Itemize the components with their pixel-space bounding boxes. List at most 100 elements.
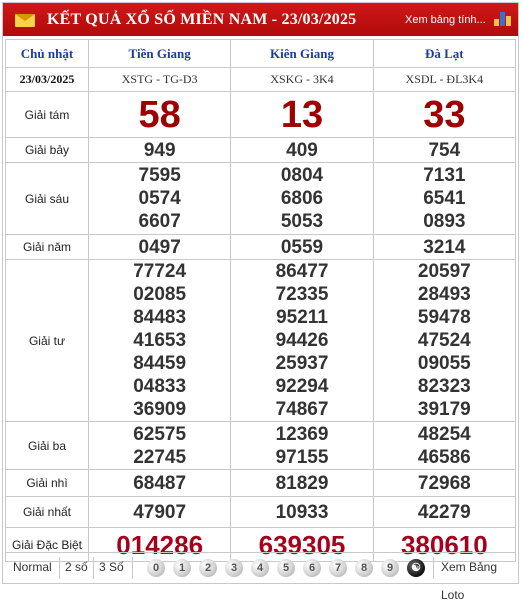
prize-value: 94426 [275, 330, 329, 351]
prize-value: 47524 [417, 330, 471, 351]
prize-value: 22745 [133, 446, 187, 468]
digit-ball-6[interactable]: 6 [303, 559, 321, 577]
province-name[interactable]: Đà Lạt [372, 39, 517, 68]
prize-row-g4: Giải tư 77724 02085 84483 41653 84459 04… [5, 259, 517, 422]
prize-value: 3214 [372, 234, 517, 260]
prize-value: 41653 [133, 330, 187, 351]
prize-value: 39179 [417, 399, 471, 420]
prize-value: 59478 [417, 307, 471, 328]
prize-value: 95211 [276, 307, 328, 328]
prize-value: 10933 [230, 496, 374, 528]
digit-ball-4[interactable]: 4 [251, 559, 269, 577]
prize-values: 0804 6806 5053 [230, 162, 374, 235]
province-name[interactable]: Kiên Giang [230, 39, 374, 68]
view-table-link[interactable]: Xem bảng tính... [405, 14, 486, 26]
prize-value: 02085 [133, 284, 187, 305]
province-code: XSTG - TG-D3 [87, 67, 232, 92]
prize-value: 74867 [275, 399, 329, 420]
prize-value: 09055 [417, 353, 471, 374]
digit-ball-3[interactable]: 3 [225, 559, 243, 577]
prize-values: 20597 28493 59478 47524 09055 82323 3917… [372, 259, 517, 422]
draw-date: 23/03/2025 [5, 67, 89, 92]
digit-ball-7[interactable]: 7 [329, 559, 347, 577]
prize-value: 72968 [372, 469, 517, 497]
prize-value: 6541 [423, 188, 466, 209]
prize-row-g7: Giải bảy 949 409 754 [5, 137, 517, 163]
province-code: XSKG - 3K4 [230, 67, 374, 92]
prize-row-g2: Giải nhì 68487 81829 72968 [5, 469, 517, 497]
prize-row-g3: Giải ba 62575 22745 12369 97155 48254 46… [5, 421, 517, 470]
prize-value: 82323 [417, 376, 471, 397]
divider [59, 557, 60, 579]
yin-yang-icon[interactable]: ☯ [407, 559, 425, 577]
view-loto-link[interactable]: Xem Bảng Loto [441, 553, 516, 602]
prize-value: 7131 [423, 165, 466, 186]
prize-row-g6: Giải sáu 7595 0574 6607 0804 6806 5053 7… [5, 162, 517, 235]
digit-ball-5[interactable]: 5 [277, 559, 295, 577]
prize-values: 7131 6541 0893 [372, 162, 517, 235]
prize-values: 77724 02085 84483 41653 84459 04833 3690… [87, 259, 232, 422]
digit-ball-2[interactable]: 2 [199, 559, 217, 577]
footer-toolbar: Normal 2 số 3 Số 0 1 2 3 4 5 6 7 8 9 ☯ X… [5, 552, 516, 602]
mode-2-digit-button[interactable]: 2 số [65, 553, 88, 583]
prize-values: 12369 97155 [230, 421, 374, 470]
prize-value: 77724 [133, 261, 187, 282]
prize-values: 7595 0574 6607 [87, 162, 232, 235]
digit-ball-1[interactable]: 1 [173, 559, 191, 577]
prize-value: 04833 [133, 376, 187, 397]
prize-label: Giải ba [5, 421, 89, 470]
prize-value: 46586 [417, 446, 471, 468]
digit-ball-0[interactable]: 0 [147, 559, 165, 577]
prize-value: 36909 [133, 399, 187, 420]
day-label: Chủ nhật [5, 39, 89, 68]
province-name[interactable]: Tiền Giang [87, 39, 232, 68]
prize-label: Giải nhất [5, 496, 89, 528]
divider [132, 557, 133, 579]
prize-value: 72335 [275, 284, 329, 305]
digit-ball-8[interactable]: 8 [355, 559, 373, 577]
prize-value: 84483 [133, 307, 187, 328]
prize-value: 48254 [417, 423, 471, 445]
prize-value: 0574 [138, 188, 181, 209]
prize-value: 28493 [417, 284, 471, 305]
prize-value: 949 [87, 137, 232, 163]
title-bar: KẾT QUẢ XỔ SỐ MIỀN NAM - 23/03/2025 Xem … [3, 3, 518, 36]
prize-value: 409 [230, 137, 374, 163]
prize-label: Giải sáu [5, 162, 89, 235]
prize-value: 62575 [133, 423, 187, 445]
bar-chart-icon[interactable] [494, 11, 511, 26]
prize-row-g8: Giải tám 58 13 33 [5, 91, 517, 138]
prize-value: 97155 [275, 446, 329, 468]
prize-label: Giải năm [5, 234, 89, 260]
prize-values: 48254 46586 [372, 421, 517, 470]
prize-value: 81829 [230, 469, 374, 497]
prize-row-g1: Giải nhất 47907 10933 42279 [5, 496, 517, 528]
prize-value: 42279 [372, 496, 517, 528]
province-code: XSDL - ĐL3K4 [372, 67, 517, 92]
prize-value: 25937 [275, 353, 329, 374]
results-panel: KẾT QUẢ XỔ SỐ MIỀN NAM - 23/03/2025 Xem … [2, 2, 519, 602]
prize-value: 58 [87, 91, 232, 138]
prize-value: 754 [372, 137, 517, 163]
prize-label: Giải nhì [5, 469, 89, 497]
prize-value: 0559 [230, 234, 374, 260]
prize-value: 68487 [87, 469, 232, 497]
prize-values: 62575 22745 [87, 421, 232, 470]
prize-label: Giải bảy [5, 137, 89, 163]
envelope-icon [15, 14, 35, 27]
prize-value: 33 [372, 91, 517, 138]
prize-values: 86477 72335 95211 94426 25937 92294 7486… [230, 259, 374, 422]
prize-value: 20597 [417, 261, 471, 282]
mode-3-digit-button[interactable]: 3 Số [99, 553, 124, 583]
prize-value: 13 [230, 91, 374, 138]
results-table: Chủ nhật Tiền Giang Kiên Giang Đà Lạt 23… [5, 39, 517, 562]
divider [433, 557, 434, 579]
mode-normal-button[interactable]: Normal [13, 553, 52, 583]
prize-value: 0893 [423, 211, 466, 232]
prize-value: 47907 [87, 496, 232, 528]
page-title: KẾT QUẢ XỔ SỐ MIỀN NAM - 23/03/2025 [47, 11, 357, 28]
prize-value: 0497 [87, 234, 232, 260]
prize-row-g5: Giải năm 0497 0559 3214 [5, 234, 517, 260]
prize-label: Giải tám [5, 91, 89, 138]
digit-ball-9[interactable]: 9 [381, 559, 399, 577]
